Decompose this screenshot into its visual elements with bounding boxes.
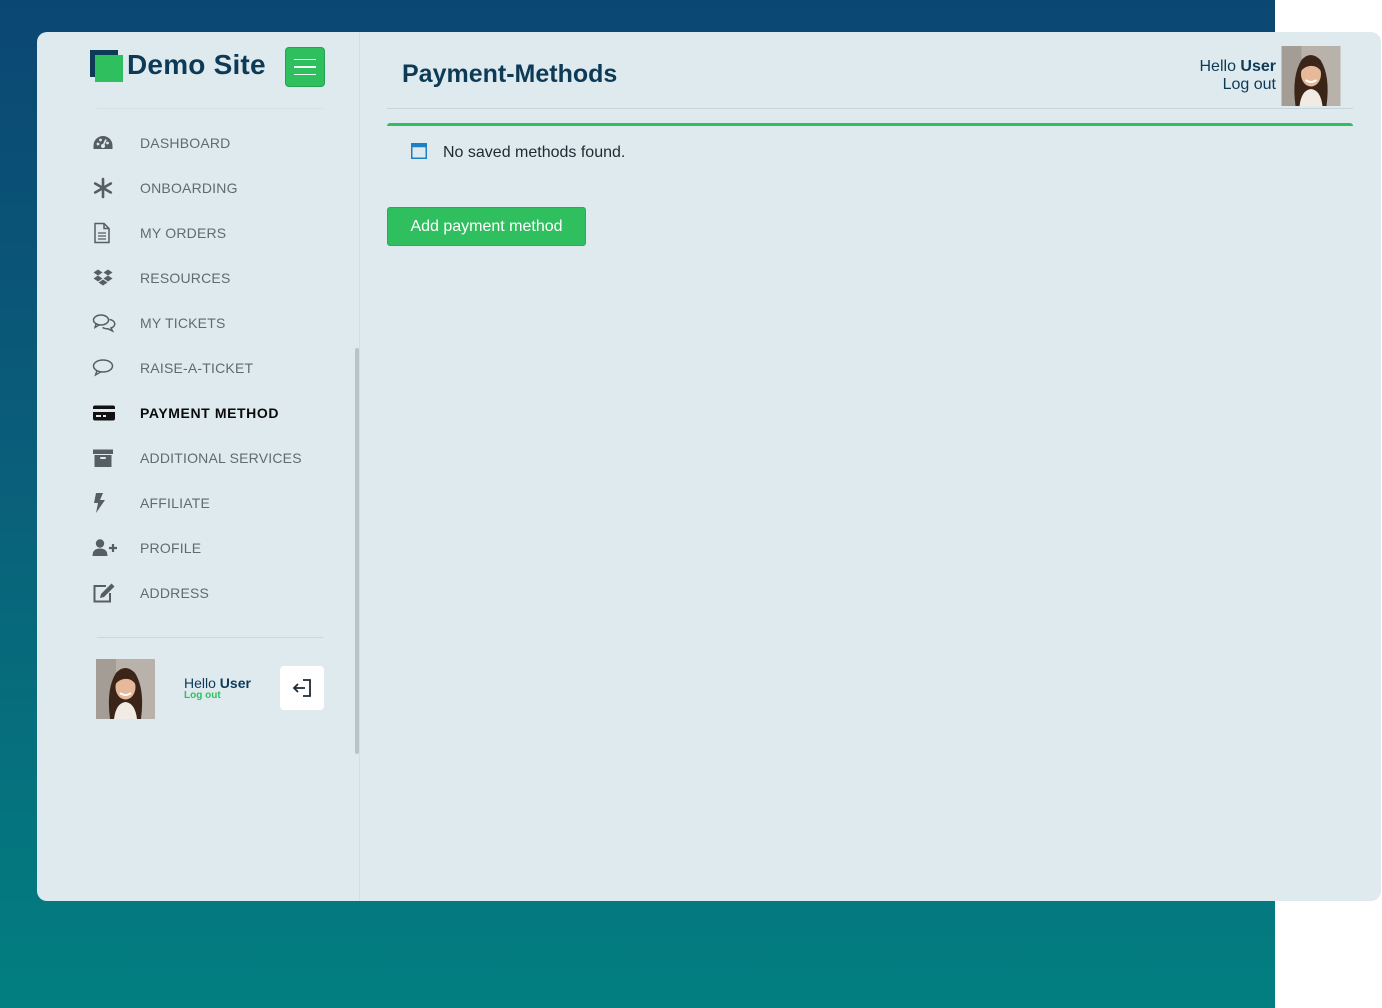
archive-icon [92, 448, 140, 468]
sidebar-item-affiliate[interactable]: AFFILIATE [92, 480, 352, 525]
header-greeting: Hello User [1199, 58, 1277, 75]
sidebar-nav: DASHBOARD ONBOARDING MY ORDERS RESOURCES [92, 120, 352, 615]
logo-mark-icon [90, 50, 123, 82]
divider [359, 32, 360, 901]
user-plus-icon [92, 538, 140, 558]
sidebar-item-label: ADDITIONAL SERVICES [140, 449, 302, 466]
page-title: Payment-Methods [402, 60, 618, 88]
sidebar: Demo Site DASHBOARD ONBOARDING MY ORDERS… [37, 32, 359, 901]
sidebar-item-label: PROFILE [140, 539, 202, 556]
sidebar-item-label: ONBOARDING [140, 179, 238, 196]
sidebar-item-my-tickets[interactable]: MY TICKETS [92, 300, 352, 345]
menu-toggle-button[interactable] [285, 47, 325, 87]
chat-bubbles-icon [92, 313, 140, 333]
user-name: User [1240, 58, 1276, 75]
sidebar-item-address[interactable]: ADDRESS [92, 570, 352, 615]
sidebar-item-label: DASHBOARD [140, 134, 231, 151]
sidebar-item-label: MY TICKETS [140, 314, 226, 331]
brand-name: Demo Site [127, 49, 266, 80]
header-user-panel: Hello User Log out [1200, 46, 1342, 106]
edit-icon [92, 582, 140, 604]
divider [97, 637, 323, 638]
asterisk-icon [92, 177, 140, 199]
window-icon [411, 143, 427, 164]
sidebar-item-additional-services[interactable]: ADDITIONAL SERVICES [92, 435, 352, 480]
sidebar-greeting: Hello User [184, 675, 251, 691]
sidebar-item-label: ADDRESS [140, 584, 210, 601]
divider [387, 108, 1353, 109]
info-notice: No saved methods found. [387, 123, 1353, 173]
sidebar-item-label: MY ORDERS [140, 224, 227, 241]
sidebar-item-label: RAISE-A-TICKET [140, 359, 254, 376]
credit-card-icon [92, 404, 140, 422]
sign-out-icon [292, 679, 311, 697]
sidebar-item-my-orders[interactable]: MY ORDERS [92, 210, 352, 255]
sidebar-item-raise-a-ticket[interactable]: RAISE-A-TICKET [92, 345, 352, 390]
sidebar-item-label: PAYMENT METHOD [140, 404, 280, 421]
header-logout-link[interactable]: Log out [1200, 76, 1276, 94]
sidebar-item-payment-method[interactable]: PAYMENT METHOD [92, 390, 352, 435]
add-payment-method-button[interactable]: Add payment method [387, 207, 586, 246]
lightning-icon [92, 492, 140, 514]
sidebar-logout-link[interactable]: Log out [184, 690, 221, 701]
sidebar-user-panel: Hello User Log out [96, 659, 326, 719]
sidebar-item-onboarding[interactable]: ONBOARDING [92, 165, 352, 210]
document-icon [92, 222, 140, 244]
chat-bubble-icon [92, 358, 140, 378]
sidebar-item-profile[interactable]: PROFILE [92, 525, 352, 570]
notice-text: No saved methods found. [443, 144, 626, 161]
sidebar-item-label: AFFILIATE [140, 494, 210, 511]
sidebar-item-label: RESOURCES [140, 269, 231, 286]
app-card: Demo Site DASHBOARD ONBOARDING MY ORDERS… [37, 32, 1381, 901]
hamburger-icon [294, 58, 316, 61]
logout-button[interactable] [280, 666, 324, 710]
avatar[interactable] [1281, 46, 1341, 106]
sidebar-item-resources[interactable]: RESOURCES [92, 255, 352, 300]
sidebar-item-dashboard[interactable]: DASHBOARD [92, 120, 352, 165]
user-name: User [219, 675, 251, 691]
dropbox-icon [92, 268, 140, 288]
brand-logo[interactable]: Demo Site [90, 49, 266, 82]
dashboard-icon [92, 134, 140, 152]
avatar[interactable] [96, 659, 155, 719]
divider [97, 108, 323, 109]
